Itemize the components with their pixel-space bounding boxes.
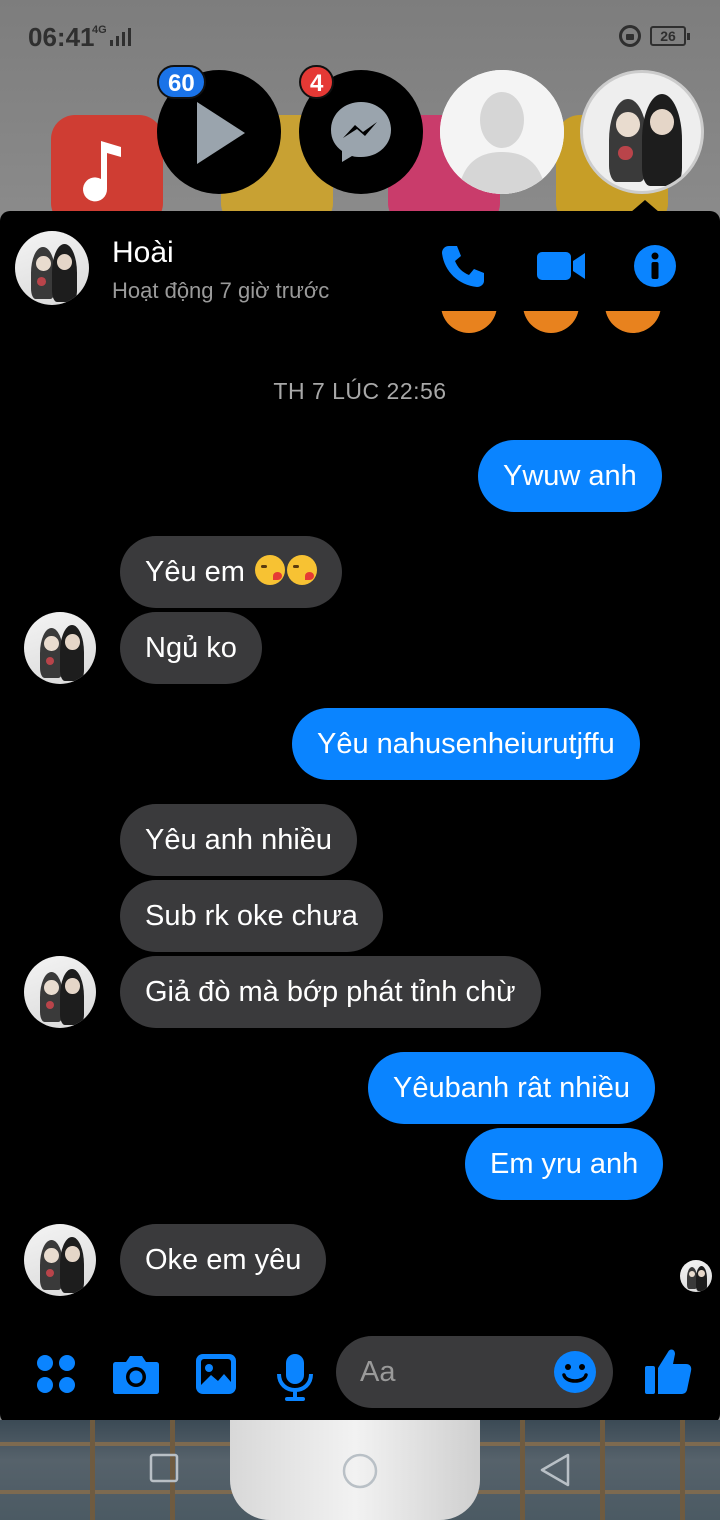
contact-name[interactable]: Hoài (112, 236, 174, 270)
contact-status: Hoạt động 7 giờ trước (112, 278, 330, 303)
video-call-button[interactable] (535, 243, 585, 293)
rotation-lock-icon (619, 25, 641, 47)
incoming-message[interactable]: Yêu anh nhiều (120, 804, 358, 876)
incoming-message[interactable]: Giả đò mà bớp phát tỉnh chừ (120, 956, 541, 1028)
call-button[interactable] (440, 243, 490, 293)
status-time: 06:41 (28, 22, 95, 52)
outgoing-message[interactable]: Yêubanh rât nhiều (368, 1052, 656, 1124)
message-input[interactable] (360, 1350, 550, 1394)
voice-message-button[interactable] (273, 1352, 321, 1401)
navigation-bar (0, 1424, 720, 1520)
more-actions-button[interactable] (34, 1352, 82, 1400)
outgoing-message[interactable]: Em yru anh (465, 1128, 664, 1200)
outgoing-message[interactable]: Yêu nahusenheiurutjffu (292, 708, 640, 780)
messenger-icon (331, 102, 391, 162)
default-avatar-icon (440, 70, 564, 194)
sender-avatar (24, 1224, 96, 1296)
seen-indicator-avatar (680, 1260, 712, 1292)
outgoing-message[interactable]: Ywuw anh (478, 440, 662, 512)
kissing-face-emoji-icon (255, 555, 286, 586)
status-bar: 06:41 4G 26 (0, 0, 720, 72)
message-composer (0, 1336, 720, 1424)
message-input-field[interactable] (336, 1336, 613, 1408)
home-icon (342, 1453, 378, 1489)
message-timestamp: TH 7 LÚC 22:56 (273, 378, 447, 404)
info-icon (634, 245, 676, 287)
kissing-face-emoji-icon (287, 555, 318, 586)
emoji-icon (554, 1351, 596, 1393)
recents-icon (149, 1453, 179, 1483)
camera-button[interactable] (112, 1352, 160, 1400)
image-icon (196, 1354, 236, 1394)
camera-icon (113, 1356, 159, 1394)
battery-indicator: 26 (650, 26, 690, 46)
hoai-chat-head[interactable] (580, 70, 704, 194)
microphone-icon (277, 1354, 313, 1401)
like-button[interactable] (644, 1346, 692, 1394)
info-button[interactable] (632, 243, 682, 293)
sender-avatar (24, 612, 96, 684)
emoji-button[interactable] (553, 1350, 597, 1394)
menu-dots-icon (37, 1355, 75, 1393)
default-profile-chat-head[interactable] (440, 70, 564, 194)
incoming-message[interactable]: Oke em yêu (120, 1224, 327, 1296)
signal-icon (110, 28, 131, 46)
chat-panel: Hoài Hoạt động 7 giờ trước TH 7 LÚC 22:5… (0, 211, 720, 1424)
phone-icon (442, 246, 484, 287)
incoming-message[interactable]: Yêu em (120, 536, 343, 608)
back-icon (540, 1453, 570, 1487)
chat-header: Hoài Hoạt động 7 giờ trước (0, 211, 720, 321)
back-button[interactable] (538, 1452, 572, 1493)
message-text: Yêu em (145, 556, 245, 588)
incoming-message[interactable]: Sub rk oke chưa (120, 880, 383, 952)
video-camera-icon (537, 252, 585, 280)
gallery-button[interactable] (194, 1352, 242, 1400)
messenger-notification-badge: 4 (299, 65, 335, 99)
sender-avatar (24, 956, 96, 1028)
contact-avatar[interactable] (15, 231, 89, 305)
play-icon (197, 102, 245, 164)
network-type: 4G (92, 24, 107, 36)
home-button[interactable] (341, 1452, 379, 1495)
recents-button[interactable] (148, 1452, 180, 1489)
video-notification-badge: 60 (157, 65, 206, 99)
incoming-message[interactable]: Ngủ ko (120, 612, 262, 684)
thumbs-up-icon (645, 1349, 692, 1394)
scrolled-content-edge (0, 311, 720, 335)
